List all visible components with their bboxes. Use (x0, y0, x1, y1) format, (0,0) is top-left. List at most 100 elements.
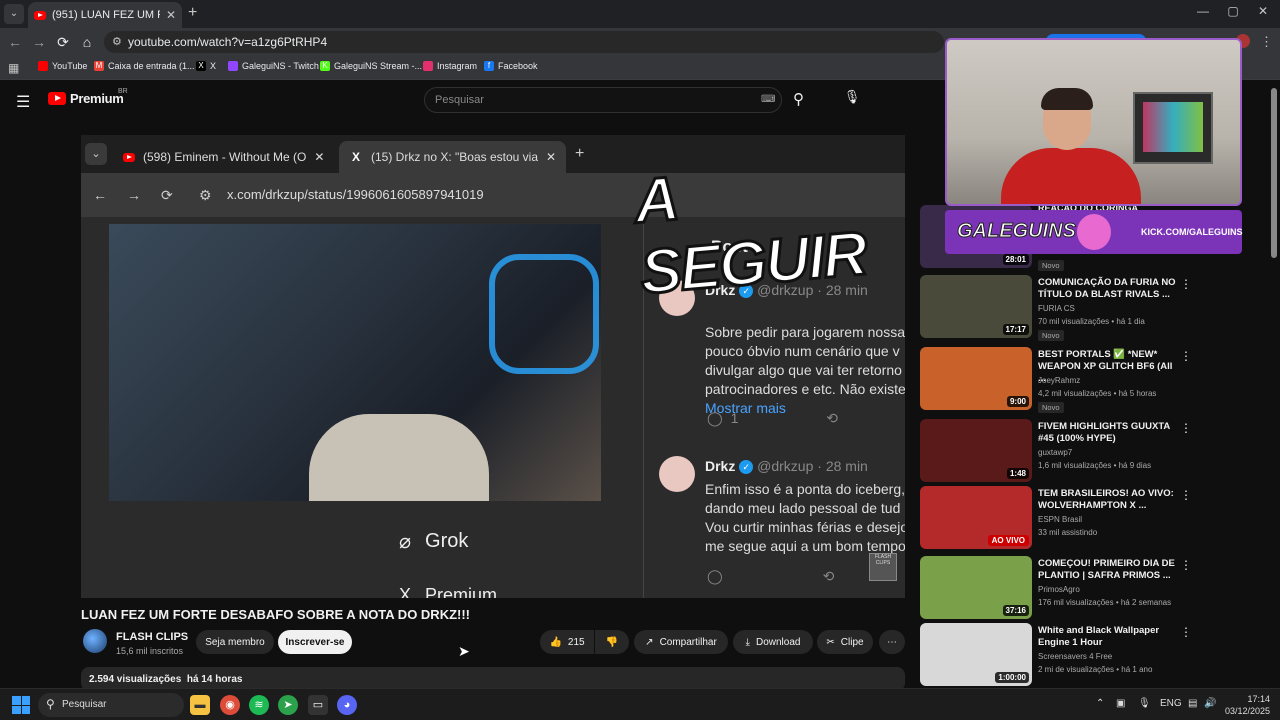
more-options-icon[interactable]: ⋮ (1180, 277, 1192, 291)
restore-button[interactable]: ▢ (1218, 4, 1248, 18)
share-button[interactable]: ↗ Compartilhar (634, 630, 728, 654)
youtube-logo[interactable]: Premium (48, 91, 124, 106)
more-options-icon[interactable]: ⋮ (1180, 488, 1192, 502)
menu-icon[interactable]: ☰ (16, 92, 30, 112)
duration-badge: 1:48 (1006, 468, 1029, 479)
volume-icon[interactable]: 🔊 (1204, 698, 1216, 709)
discord-icon[interactable]: ◕ (337, 695, 357, 715)
search-input[interactable]: Pesquisar ⌨ (424, 87, 782, 113)
recommended-video[interactable]: AO VIVO TEM BRASILEIROS! AO VIVO: WOLVERH… (920, 486, 1200, 550)
close-window-button[interactable]: ✕ (1248, 4, 1278, 18)
person-shoulder (309, 414, 489, 501)
site-info-icon[interactable]: ⚙ (112, 35, 122, 48)
bookmark-item[interactable]: XX (196, 61, 216, 71)
new-tab-button[interactable]: + (188, 4, 197, 22)
live-badge: AO VIVO (987, 535, 1029, 546)
bookmark-item[interactable]: f Facebook (484, 61, 538, 71)
forward-button[interactable]: → (30, 34, 48, 50)
file-explorer-icon[interactable]: ▬ (190, 695, 210, 715)
recommended-video[interactable]: 9:00 BEST PORTALS ✅ *NEW* WEAPON XP GLITC… (920, 347, 1200, 413)
clip-button[interactable]: ✂ Clipe (817, 630, 873, 654)
inner-close-icon: ✕ (314, 150, 325, 164)
duration-badge: 28:01 (1002, 254, 1029, 265)
tray-mic-icon[interactable]: 🎙 (1138, 698, 1151, 709)
video-thumbnail[interactable]: AO VIVO (920, 486, 1032, 549)
recommended-video[interactable]: 17:17 COMUNICAÇÃO DA FURIA NO TÍTULO DA B… (920, 275, 1200, 341)
dislike-button[interactable]: 👎 (595, 630, 629, 654)
like-button[interactable]: 👍 215 (540, 630, 594, 654)
retweet-icon: ⟲ (826, 410, 838, 426)
bookmark-favicon-icon: M (94, 61, 104, 71)
reload-button[interactable]: ⟳ (54, 34, 72, 51)
channel-avatar[interactable] (83, 629, 107, 653)
back-button[interactable]: ← (6, 34, 24, 50)
terminal-icon[interactable]: ▭ (308, 695, 328, 715)
more-options-icon[interactable]: ⋮ (1180, 349, 1192, 363)
channel-name[interactable]: FLASH CLIPS (116, 631, 188, 643)
more-options-icon[interactable]: ⋮ (1180, 558, 1192, 572)
network-icon[interactable]: ▤ (1188, 698, 1197, 709)
recommended-video[interactable]: 1:48 FIVEM HIGHLIGHTS GUUXTA #45 (100% HY… (920, 419, 1200, 483)
more-options-icon[interactable]: ⋮ (1180, 421, 1192, 435)
video-player[interactable]: ⌄ (598) Eminem - Without Me (O ✕ X (15) … (81, 135, 905, 598)
video-thumbnail[interactable]: 37:16 (920, 556, 1032, 619)
video-thumbnail[interactable]: 9:00 (920, 347, 1032, 410)
streamer-hair (1041, 88, 1093, 110)
bookmark-item[interactable]: M Caixa de entrada (1... (94, 61, 195, 71)
bookmark-label: Caixa de entrada (1... (108, 61, 195, 71)
video-meta: 176 mil visualizações • há 2 semanas (1038, 598, 1172, 607)
clock-date: 03/12/2025 (1224, 706, 1270, 716)
bookmark-item[interactable]: Instagram (423, 61, 477, 71)
subscribe-button[interactable]: Inscrever-se (278, 630, 352, 654)
telegram-icon[interactable]: ➤ (278, 695, 298, 715)
bookmark-label: YouTube (52, 61, 88, 71)
video-thumbnail[interactable]: 1:48 (920, 419, 1032, 482)
bookmark-label: Facebook (498, 61, 538, 71)
recommended-video[interactable]: 37:16 COMEÇOU! PRIMEIRO DIA DE PLANTIO | … (920, 556, 1200, 620)
view-count: 2.594 visualizações (89, 674, 182, 685)
taskbar-search[interactable]: ⚲ Pesquisar (38, 693, 184, 717)
join-button[interactable]: Seja membro (196, 630, 274, 654)
chrome-icon[interactable]: ◉ (220, 695, 240, 715)
taskbar-search-label: Pesquisar (62, 699, 107, 710)
close-tab-icon[interactable]: ✕ (166, 8, 176, 22)
inner-new-tab-icon: + (575, 145, 585, 162)
bookmark-item[interactable]: K GaleguiNS Stream -... (320, 61, 422, 71)
video-thumbnail[interactable]: 17:17 (920, 275, 1032, 338)
page-scrollbar[interactable] (1271, 88, 1277, 258)
apps-grid-icon[interactable]: ▦ (8, 61, 19, 75)
clock[interactable]: 17:14 03/12/2025 (1222, 693, 1270, 717)
bookmark-item[interactable]: YouTube (38, 61, 87, 71)
tab-title: (951) LUAN FEZ UM FORTE DES (52, 9, 160, 21)
new-badge: Novo (1038, 402, 1064, 413)
thumbs-up-icon: 👍 (549, 636, 562, 648)
download-button[interactable]: ⤓ Download (733, 630, 813, 654)
keyboard-icon[interactable]: ⌨ (761, 94, 775, 105)
duration-badge: 37:16 (1002, 605, 1029, 616)
home-button[interactable]: ⌂ (78, 34, 96, 50)
inner-url: x.com/drkzup/status/1996061605897941019 (227, 187, 484, 202)
video-thumbnail[interactable]: 1:00:00 (920, 623, 1032, 686)
mouse-cursor-icon: ➤ (458, 643, 470, 659)
minimize-button[interactable]: — (1188, 4, 1218, 18)
language-indicator[interactable]: ENG (1160, 698, 1182, 709)
more-icon: ⋯ (887, 636, 897, 648)
url-field[interactable]: ⚙ youtube.com/watch?v=a1zg6PtRHP4 (104, 31, 944, 53)
more-actions-button[interactable]: ⋯ (879, 630, 905, 654)
tray-app-icon[interactable]: ▣ (1116, 698, 1125, 709)
channel-name: JoeyRahmz (1038, 376, 1081, 385)
more-options-icon[interactable]: ⋮ (1180, 625, 1192, 639)
browser-tab-active[interactable]: (951) LUAN FEZ UM FORTE DES ✕ (28, 2, 182, 28)
spotify-icon[interactable]: ≋ (249, 695, 269, 715)
recommended-video[interactable]: 1:00:00 White and Black Wallpaper Engine … (920, 623, 1200, 687)
search-icon[interactable]: ⚲ (793, 90, 804, 108)
tray-overflow-icon[interactable]: ⌃ (1096, 698, 1104, 709)
tab-search-button[interactable]: ⌄ (4, 4, 24, 24)
bookmark-item[interactable]: GaleguiNS - Twitch (228, 61, 319, 71)
url-text: youtube.com/watch?v=a1zg6PtRHP4 (128, 35, 328, 49)
stream-brand: GALEGUINS (957, 220, 1077, 243)
browser-menu-icon[interactable]: ⋮ (1260, 34, 1273, 50)
start-button[interactable] (12, 696, 30, 714)
channel-watermark[interactable]: FLASH CLIPS (869, 553, 897, 581)
microphone-icon[interactable]: 🎙 (838, 89, 866, 111)
